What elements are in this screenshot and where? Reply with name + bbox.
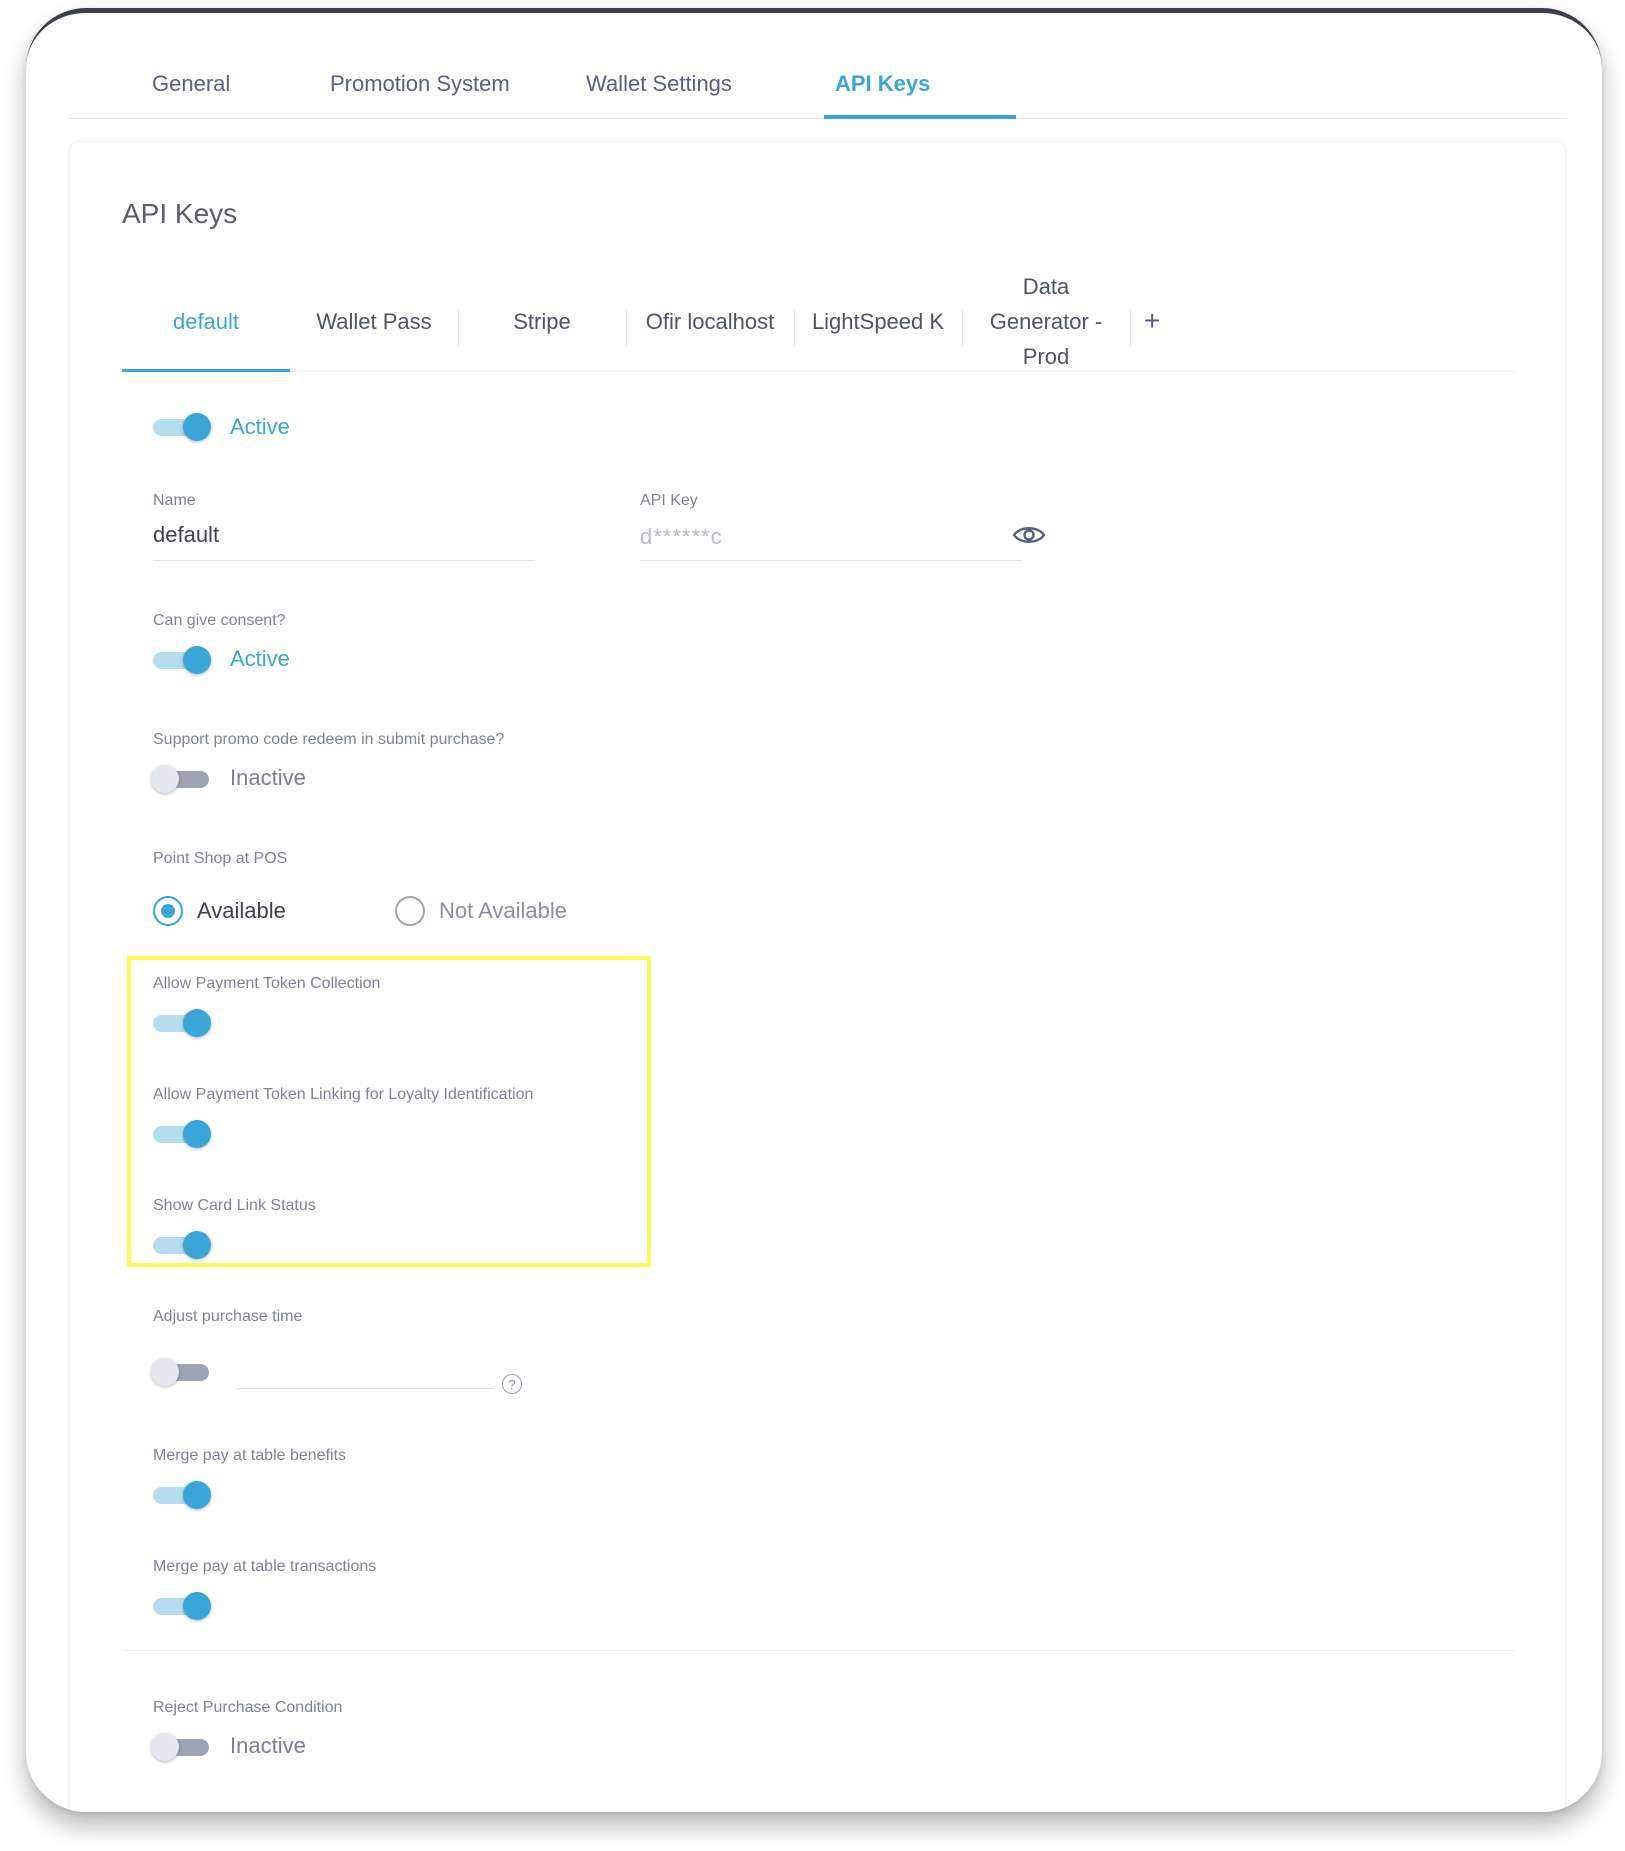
radio-available-label[interactable]: Available — [197, 898, 286, 924]
merge-transactions-toggle[interactable] — [153, 1591, 213, 1621]
merge-transactions-label: Merge pay at table transactions — [153, 1558, 377, 1575]
subtab-ofir-localhost[interactable]: Ofir localhost — [626, 270, 794, 372]
reject-condition-state-label: Inactive — [230, 1733, 306, 1758]
active-toggle-label: Active — [230, 414, 290, 439]
reject-condition-toggle[interactable] — [151, 1732, 213, 1762]
radio-available[interactable] — [153, 896, 183, 926]
consent-toggle[interactable] — [153, 645, 213, 675]
adjust-purchase-time-toggle[interactable] — [151, 1357, 213, 1387]
consent-label: Can give consent? — [153, 612, 286, 629]
subtab-lightspeed-k[interactable]: LightSpeed K — [794, 270, 962, 372]
name-input-underline — [153, 560, 535, 561]
api-key-label: API Key — [640, 492, 698, 509]
subtab-data-generator-prod[interactable]: Data Generator - Prod — [962, 270, 1130, 372]
radio-not-available[interactable] — [395, 896, 425, 926]
name-input[interactable]: default — [153, 522, 219, 548]
radio-not-available-label[interactable]: Not Available — [439, 898, 567, 924]
consent-state-label: Active — [230, 646, 290, 671]
promo-redeem-label: Support promo code redeem in submit purc… — [153, 731, 505, 748]
api-key-underline — [640, 560, 1022, 561]
active-subtab-indicator — [122, 369, 290, 372]
adjust-purchase-time-label: Adjust purchase time — [153, 1308, 303, 1325]
tab-wallet-settings[interactable]: Wallet Settings — [586, 71, 732, 97]
point-shop-label: Point Shop at POS — [153, 850, 288, 867]
tab-separator — [1130, 310, 1131, 346]
subtab-wallet-pass[interactable]: Wallet Pass — [290, 270, 458, 372]
tab-general[interactable]: General — [152, 71, 230, 97]
promo-redeem-state-label: Inactive — [230, 765, 306, 790]
help-circle-icon[interactable]: ? — [502, 1374, 522, 1394]
merge-benefits-label: Merge pay at table benefits — [153, 1447, 347, 1464]
tab-promotion-system[interactable]: Promotion System — [330, 71, 510, 97]
subtab-default[interactable]: default — [122, 270, 290, 372]
subtab-stripe[interactable]: Stripe — [458, 270, 626, 372]
page-title: API Keys — [122, 198, 238, 229]
app-frame: General Promotion System Wallet Settings… — [26, 8, 1602, 1812]
top-tab-bar: General Promotion System Wallet Settings… — [68, 13, 1566, 119]
active-toggle[interactable] — [153, 412, 213, 442]
eye-icon[interactable] — [1012, 524, 1046, 546]
promo-redeem-toggle[interactable] — [151, 764, 213, 794]
reject-condition-label: Reject Purchase Condition — [153, 1699, 343, 1716]
active-tab-indicator — [824, 115, 1016, 119]
section-divider — [122, 1650, 1514, 1651]
api-key-tab-bar: default Wallet Pass Stripe Ofir localhos… — [122, 270, 1514, 372]
tab-api-keys[interactable]: API Keys — [835, 71, 930, 97]
plus-icon[interactable]: + — [1144, 270, 1160, 372]
highlight-box — [127, 956, 651, 1267]
adjust-purchase-time-input[interactable] — [236, 1388, 494, 1389]
name-label: Name — [153, 492, 196, 509]
merge-benefits-toggle[interactable] — [153, 1480, 213, 1510]
api-key-input[interactable]: d******c — [640, 524, 723, 550]
